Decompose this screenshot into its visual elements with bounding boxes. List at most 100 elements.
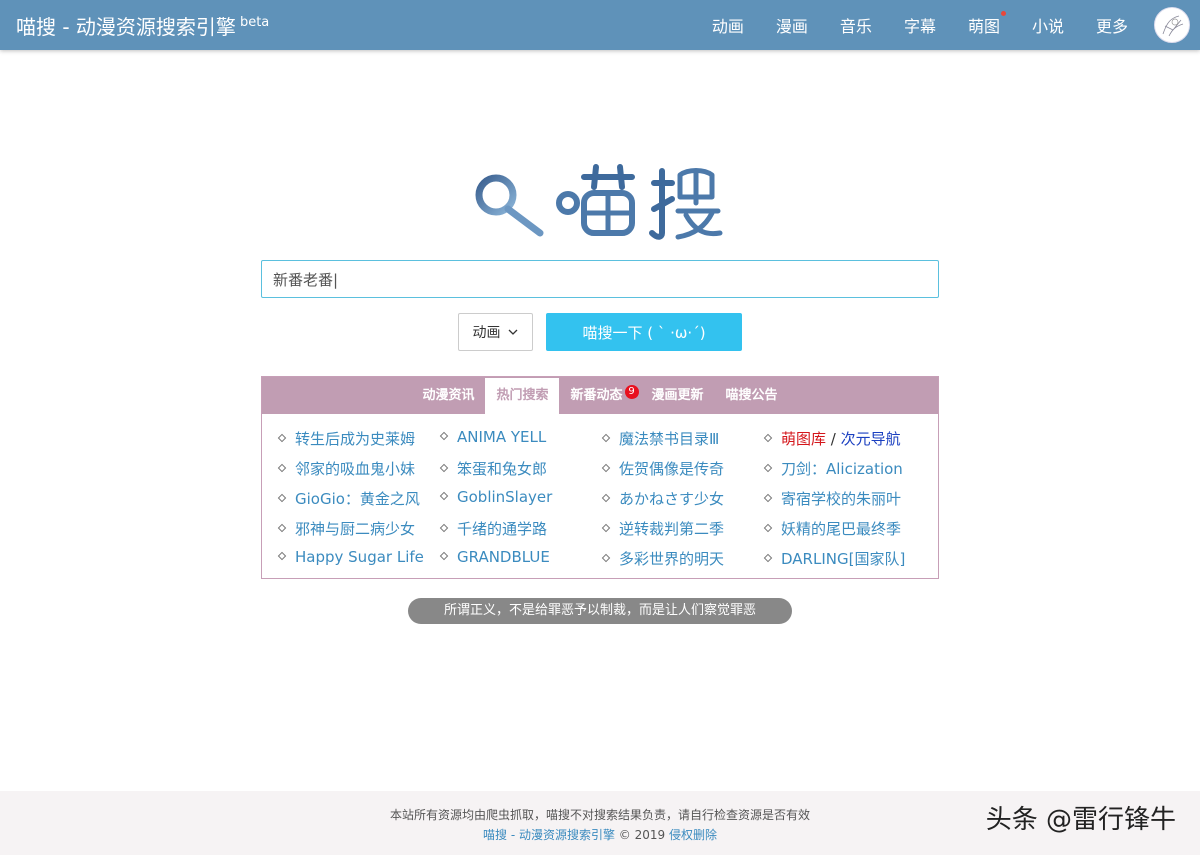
- quote-banner: 所谓正义，不是给罪恶予以制裁，而是让人们察觉罪恶: [408, 598, 792, 624]
- tab-anime-news[interactable]: 动漫资讯: [411, 377, 485, 414]
- diamond-bullet-icon: [439, 463, 449, 473]
- info-tabs-panel: 动漫资讯 热门搜索 新番动态 9 漫画更新 喵搜公告 转生后成为史莱姆 邻家的吸血…: [261, 376, 939, 579]
- nav-music[interactable]: 音乐: [840, 13, 872, 37]
- diamond-bullet-icon: [439, 431, 449, 441]
- diamond-bullet-icon: [277, 551, 287, 561]
- search-type-value: 动画: [472, 325, 501, 341]
- hot-search-label: 刀剑：Alicization: [781, 460, 903, 478]
- hot-search-link[interactable]: 刀剑：Alicization: [763, 458, 903, 479]
- diamond-bullet-icon: [763, 523, 773, 533]
- diamond-bullet-icon: [277, 463, 287, 473]
- search-type-select[interactable]: 动画: [458, 313, 533, 351]
- hot-search-link[interactable]: GRANDBLUE: [439, 548, 550, 566]
- hot-search-link[interactable]: 佐贺偶像是传奇: [601, 458, 725, 479]
- nav-anime[interactable]: 动画: [712, 13, 744, 37]
- hot-search-link[interactable]: 逆转裁判第二季: [601, 518, 725, 539]
- diamond-bullet-icon: [439, 523, 449, 533]
- diamond-bullet-icon: [277, 493, 287, 503]
- hot-search-label: 妖精的尾巴最终季: [781, 520, 902, 538]
- link-separator: /: [830, 430, 836, 448]
- hot-search-link[interactable]: 笨蛋和兔女郎: [439, 458, 548, 479]
- diamond-bullet-icon: [277, 523, 287, 533]
- tab-announcements[interactable]: 喵搜公告: [715, 377, 789, 414]
- avatar-sketch-icon: [1162, 15, 1184, 37]
- diamond-bullet-icon: [763, 433, 773, 443]
- hot-search-label: ANIMA YELL: [457, 428, 547, 446]
- diamond-bullet-icon: [763, 493, 773, 503]
- hot-search-label: 多彩世界的明天: [619, 550, 725, 568]
- hot-search-label: 千绪的通学路: [457, 520, 548, 538]
- nav-more[interactable]: 更多: [1096, 13, 1128, 37]
- brand-title: 喵搜 - 动漫资源搜索引擎: [16, 15, 236, 39]
- footer-removal-link[interactable]: 侵权删除: [669, 828, 717, 842]
- site-logo: [472, 163, 728, 243]
- search-button[interactable]: 喵搜一下 ( ` ·ω·´): [546, 313, 742, 351]
- hot-search-link[interactable]: DARLING[国家队]: [763, 548, 906, 569]
- beta-label: beta: [239, 15, 270, 30]
- site-brand[interactable]: 喵搜 - 动漫资源搜索引擎 beta: [16, 11, 269, 40]
- notification-dot: [1000, 11, 1006, 16]
- dimension-nav-link[interactable]: 次元导航: [841, 430, 901, 448]
- diamond-bullet-icon: [763, 463, 773, 473]
- hot-search-label: DARLING[国家队]: [781, 550, 906, 568]
- hot-search-link[interactable]: 魔法禁书目录Ⅲ: [601, 428, 720, 449]
- footer-copyright: © 2019: [618, 828, 666, 842]
- hot-search-link[interactable]: 邪神与厨二病少女: [277, 518, 416, 539]
- tab-hot-search[interactable]: 热门搜索: [485, 378, 560, 414]
- hot-search-link[interactable]: あかねさす少女: [601, 488, 725, 509]
- new-season-badge: 9: [624, 385, 639, 399]
- hot-search-label: 邪神与厨二病少女: [295, 520, 416, 538]
- hot-search-link[interactable]: 妖精的尾巴最终季: [763, 518, 902, 539]
- nav-cute-images[interactable]: 萌图: [967, 11, 1006, 37]
- nav-cute-images-label: 萌图: [967, 17, 1000, 36]
- hot-search-label: 邻家的吸血鬼小妹: [295, 460, 416, 478]
- hot-search-label: Happy Sugar Life: [295, 548, 424, 566]
- hot-search-label: あかねさす少女: [619, 490, 725, 508]
- diamond-bullet-icon: [763, 553, 773, 563]
- hot-search-label: 魔法禁书目录Ⅲ: [619, 430, 720, 448]
- diamond-bullet-icon: [439, 551, 449, 561]
- tab-new-season-label: 新番动态: [570, 388, 623, 403]
- hot-search-label: GRANDBLUE: [457, 548, 550, 566]
- hot-search-link[interactable]: GoblinSlayer: [439, 488, 553, 506]
- hot-search-link-pair: 萌图库 / 次元导航: [763, 428, 901, 449]
- hot-search-label: GoblinSlayer: [457, 488, 553, 506]
- hot-search-link[interactable]: ANIMA YELL: [439, 428, 547, 446]
- diamond-bullet-icon: [601, 523, 611, 533]
- hot-search-label: 佐贺偶像是传奇: [619, 460, 725, 478]
- chevron-down-icon: [508, 329, 517, 335]
- hot-search-grid: 转生后成为史莱姆 邻家的吸血鬼小妹 GioGio：黄金之风 邪神与厨二病少女 H…: [262, 414, 938, 579]
- watermark: 头条 @雷行锋牛: [985, 805, 1176, 835]
- hot-search-link[interactable]: GioGio：黄金之风: [277, 488, 420, 509]
- hot-search-link[interactable]: 千绪的通学路: [439, 518, 548, 539]
- hot-search-link[interactable]: 邻家的吸血鬼小妹: [277, 458, 416, 479]
- search-input[interactable]: [261, 260, 939, 298]
- hot-search-label: 寄宿学校的朱丽叶: [781, 490, 902, 508]
- tab-bar: 动漫资讯 热门搜索 新番动态 9 漫画更新 喵搜公告: [262, 377, 938, 414]
- hot-search-link[interactable]: 多彩世界的明天: [601, 548, 725, 569]
- hot-search-label: 转生后成为史莱姆: [295, 430, 416, 448]
- diamond-bullet-icon: [439, 491, 449, 501]
- magnifier-logo-icon: [475, 164, 723, 240]
- cute-image-library-link[interactable]: 萌图库: [781, 430, 826, 448]
- hot-search-link[interactable]: Happy Sugar Life: [277, 548, 424, 566]
- nav-novels[interactable]: 小说: [1032, 13, 1064, 37]
- diamond-bullet-icon: [601, 553, 611, 563]
- diamond-bullet-icon: [277, 433, 287, 443]
- footer-site-link[interactable]: 喵搜 - 动漫资源搜索引擎: [483, 828, 615, 842]
- main-nav: 动画 漫画 音乐 字幕 萌图 小说 更多: [680, 0, 1128, 50]
- hot-search-label: GioGio：黄金之风: [295, 490, 420, 508]
- diamond-bullet-icon: [601, 493, 611, 503]
- diamond-bullet-icon: [601, 463, 611, 473]
- nav-manga[interactable]: 漫画: [776, 13, 808, 37]
- hot-search-link[interactable]: 寄宿学校的朱丽叶: [763, 488, 902, 509]
- avatar[interactable]: [1154, 7, 1190, 43]
- hot-search-label: 笨蛋和兔女郎: [457, 460, 548, 478]
- tab-new-season[interactable]: 新番动态 9: [559, 377, 640, 414]
- nav-subtitles[interactable]: 字幕: [904, 13, 936, 37]
- diamond-bullet-icon: [601, 433, 611, 443]
- top-navbar: 喵搜 - 动漫资源搜索引擎 beta 动画 漫画 音乐 字幕 萌图 小说 更多: [0, 0, 1200, 50]
- hot-search-link[interactable]: 转生后成为史莱姆: [277, 428, 416, 449]
- tab-manga-updates[interactable]: 漫画更新: [641, 377, 715, 414]
- hot-search-label: 逆转裁判第二季: [619, 520, 725, 538]
